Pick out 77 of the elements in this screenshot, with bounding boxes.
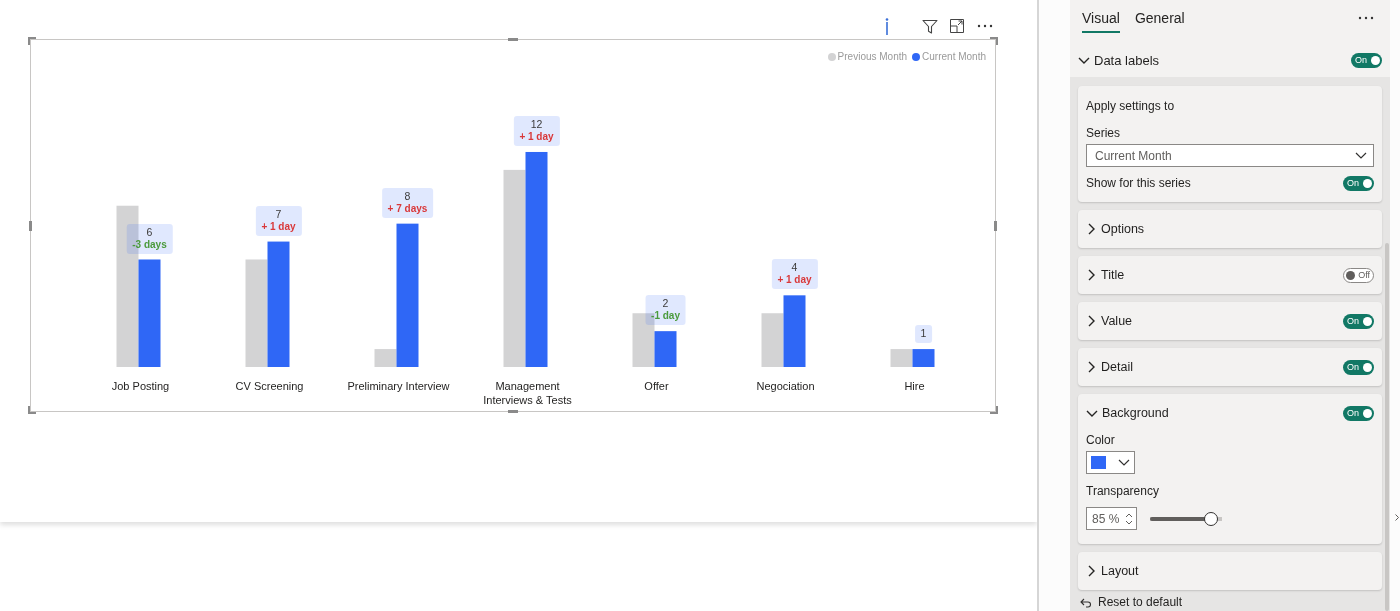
color-picker[interactable] [1086,451,1135,474]
section-title: Data labels [1094,52,1160,68]
chevron-down-icon [1355,152,1367,159]
chevron-right-icon[interactable] [1088,269,1095,281]
section-title: Value [1101,314,1133,328]
chart-bar [783,295,806,367]
chevron-right-icon[interactable] [1088,315,1095,327]
category-label: CV Screening [235,379,304,394]
resize-handle[interactable] [508,410,518,413]
field-label: Show for this series [1086,175,1191,191]
chevron-down-icon[interactable] [1086,409,1098,417]
resize-handle[interactable] [994,220,997,231]
focus-mode-icon[interactable] [950,19,964,33]
label-value: 7 [275,207,282,221]
toggle-switch[interactable]: On [1343,359,1374,375]
label-value: 2 [662,297,669,311]
slider-thumb[interactable] [1204,511,1219,526]
chevron-down-icon [1118,459,1130,466]
resize-handle[interactable] [990,37,998,45]
transparency-input[interactable]: 85 % [1086,507,1137,530]
settings-heading: Apply settings to [1086,98,1175,114]
resize-handle[interactable] [28,37,36,45]
category-label: Offer [644,379,669,394]
chevron-right-icon[interactable] [1088,361,1095,373]
spin-arrows-icon[interactable] [1125,511,1133,526]
filter-icon[interactable] [922,18,938,34]
label-value: 1 [920,327,927,341]
chevron-right-icon[interactable] [1088,223,1095,235]
tab[interactable]: Visual [1082,8,1120,33]
reset-button[interactable]: Reset to default [1078,596,1382,609]
label-detail: + 1 day [519,131,554,143]
section-title: Layout [1101,564,1139,578]
series-dropdown[interactable]: Current Month [1086,144,1374,167]
category-label: Management Interviews & Tests [482,379,573,407]
label-detail: -1 day [651,310,680,323]
toggle-switch[interactable]: On [1351,52,1382,68]
section-title: Options [1101,222,1145,236]
label-detail: + 7 days [387,202,428,215]
chevron-right-icon[interactable] [1088,565,1095,577]
section-title: Title [1101,268,1125,282]
field-label: Color [1086,432,1115,448]
label-value: 8 [404,189,411,203]
reset-icon [1080,597,1092,608]
resize-handle[interactable] [28,406,36,414]
chart-bar [890,349,913,367]
chart-bar [761,313,784,367]
field-label: Series [1086,125,1120,141]
visual-container[interactable]: Previous Month Current Month 6 -3 days 7 + 1 day 8 + 7 days 12 + 1 day 2 -1 day 4 + 1 day 1 Job Posting CV Screening Preliminary Interview Management Interviews & Tests Offer Negociation Hire [30,39,996,412]
label-detail: + 1 day [261,220,296,233]
toggle-switch[interactable]: On [1343,405,1374,421]
more-options-icon[interactable] [977,24,993,28]
chevron-down-icon[interactable] [1078,56,1090,64]
label-detail: -3 days [132,238,167,251]
category-label: Preliminary Interview [347,379,450,394]
toggle-switch[interactable]: On [1343,175,1374,191]
info-icon[interactable] [884,17,890,35]
label-value: 6 [146,225,153,239]
category-label: Job Posting [111,379,170,394]
legend-label: Current Month [922,50,986,63]
resize-handle[interactable] [29,220,32,231]
more-options-icon[interactable] [1358,15,1374,20]
section-title: Detail [1101,360,1133,374]
toggle-switch[interactable]: On [1343,313,1374,329]
toggle-switch[interactable]: Off [1343,267,1374,283]
legend-label: Previous Month [837,50,908,63]
chevron-right-icon[interactable] [1395,514,1399,521]
resize-handle[interactable] [990,406,998,414]
label-detail: + 1 day [777,274,812,287]
category-label: Negociation [756,379,815,394]
field-label: Transparency [1086,483,1159,499]
label-value: 4 [791,261,798,275]
tab[interactable]: General [1134,8,1185,33]
resize-handle[interactable] [508,38,518,41]
label-value: 12 [530,118,543,131]
section-title: Background [1102,406,1169,420]
chart-bar [912,349,935,367]
category-label: Hire [904,379,925,394]
